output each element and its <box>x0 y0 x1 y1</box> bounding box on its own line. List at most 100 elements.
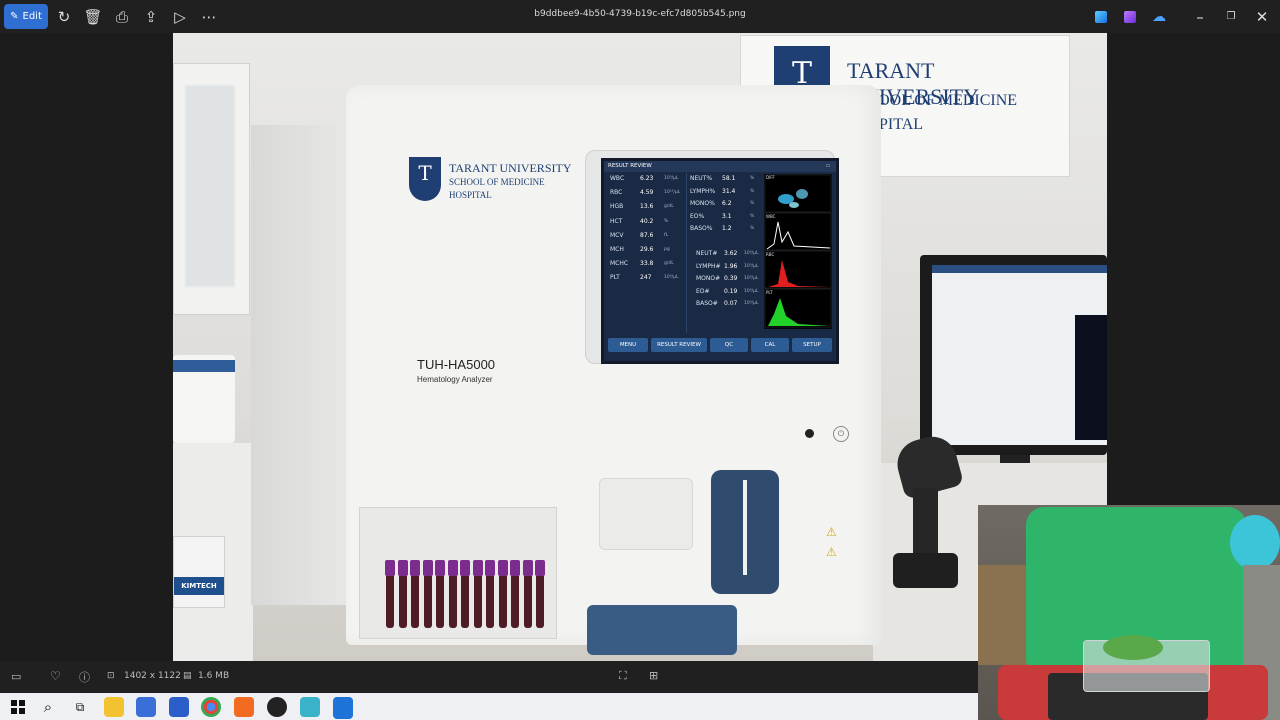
tube-blood <box>423 576 432 628</box>
menu-button[interactable]: MENU <box>608 338 648 352</box>
qc-button[interactable]: QC <box>710 338 748 352</box>
tube-cap <box>397 560 408 576</box>
close-button[interactable]: ✕ <box>1253 4 1271 29</box>
tube-cap <box>472 560 483 576</box>
screen-header: RESULT REVIEW ▫ <box>604 161 836 172</box>
cal-button[interactable]: CAL <box>751 338 789 352</box>
sample-tube <box>410 560 420 630</box>
close-icon: ✕ <box>1255 7 1269 26</box>
box-label: KIMTECH <box>174 577 224 595</box>
diff-pct-value: 6.2 <box>722 200 732 207</box>
result-unit: % <box>664 218 669 224</box>
device-brand-line2: SCHOOL OF MEDICINE <box>449 177 545 187</box>
app-pinned-1[interactable] <box>136 697 156 717</box>
maximize-button[interactable]: ❐ <box>1222 4 1240 29</box>
diff-pct-unit: % <box>750 226 755 231</box>
result-value: 33.8 <box>640 260 654 268</box>
diff-pct-label: LYMPH% <box>690 187 716 195</box>
sample-tube <box>447 560 458 630</box>
tube-cap <box>510 560 520 576</box>
app-pinned-3[interactable] <box>234 697 254 717</box>
diff-abs-label: NEUT# <box>696 250 718 257</box>
search-icon: ⌕ <box>43 698 53 716</box>
result-label: MCH <box>610 246 624 253</box>
tube-cap <box>460 560 470 576</box>
diff-cluster-2 <box>796 189 808 199</box>
minimize-button[interactable]: – <box>1191 4 1209 29</box>
diff-abs-unit: 10⁹/µL <box>744 263 759 269</box>
screen-divider <box>686 173 687 333</box>
device-crest: T <box>409 157 441 201</box>
result-unit: 10¹²/µL <box>664 190 681 196</box>
info-icon[interactable]: ⓘ <box>79 669 90 685</box>
diff-scatter <box>764 174 832 213</box>
sample-tube <box>460 560 470 630</box>
diff-pct-label: MONO% <box>690 200 715 207</box>
result-value: 87.6 <box>640 231 654 239</box>
app-pinned-4[interactable] <box>267 697 287 717</box>
diff-abs-unit: 10⁹/µL <box>744 251 759 256</box>
screen-nav: MENU RESULT REVIEW QC CAL SETUP <box>608 338 832 354</box>
setup-button[interactable]: SETUP <box>792 338 832 352</box>
app-a-button[interactable] <box>1092 4 1110 29</box>
result-value: 4.59 <box>640 189 654 197</box>
instrument-stripe <box>173 360 235 372</box>
result-review-button[interactable]: RESULT REVIEW <box>651 338 707 352</box>
power-button[interactable]: ⏻ <box>833 426 849 442</box>
diff-pct-value: 3.1 <box>722 212 732 220</box>
tube-blood <box>461 576 469 628</box>
sample-probe <box>743 480 747 575</box>
title-bar: ✎ Edit ↻ 🗑 ⎙ ⇪ ▷ ⋯ b9ddbee9-4b50-4739-b1… <box>0 0 1280 33</box>
monitor-plots <box>1075 315 1107 440</box>
onedrive-button[interactable]: ☁ <box>1150 4 1168 29</box>
status-led <box>805 429 814 438</box>
task-view-button[interactable]: ⧉ <box>70 697 90 717</box>
diff-abs-unit: 10⁹/µL <box>744 288 759 294</box>
rbc-histogram <box>764 250 832 289</box>
diff-abs-unit: 10⁹/µL <box>744 301 759 307</box>
result-value: 6.23 <box>640 175 654 182</box>
diff-pct-value: 1.2 <box>722 225 732 232</box>
cabinet-glass <box>184 84 236 288</box>
start-button[interactable] <box>9 697 29 717</box>
photos-button[interactable] <box>333 697 353 719</box>
file-explorer-button[interactable] <box>104 697 124 717</box>
clipchamp-icon <box>1124 10 1136 23</box>
tube-cap <box>435 560 445 576</box>
monitor-titlebar <box>932 265 1107 273</box>
actual-size-icon[interactable]: ⊞ <box>649 669 658 682</box>
device-brand-line1: TARANT UNIVERSITY <box>449 161 572 175</box>
fit-to-window-icon[interactable]: ⛶ <box>619 669 627 683</box>
wall-cabinet <box>173 63 250 315</box>
result-unit: fL <box>664 232 669 238</box>
result-unit: pg <box>664 247 670 252</box>
favorite-icon[interactable]: ♡ <box>50 669 61 683</box>
chrome-button[interactable] <box>201 697 221 717</box>
displayed-photo[interactable]: KIMTECH T TARANT UNIVERSITY SCHOOL OF ME… <box>173 33 1107 661</box>
webcam-overlay <box>978 505 1280 720</box>
search-button[interactable]: ⌕ <box>38 697 58 717</box>
sample-tube <box>397 560 408 630</box>
task-view-icon: ⧉ <box>75 700 85 714</box>
result-label: MCHC <box>610 260 629 268</box>
diff-pct-unit: % <box>750 176 755 181</box>
model-subtitle: Hematology Analyzer <box>417 375 493 384</box>
sample-drawer[interactable] <box>587 605 737 655</box>
tube-cap <box>535 560 545 576</box>
image-dimensions: 1402 x 1122 <box>124 671 181 681</box>
filmstrip-icon[interactable]: ▭ <box>11 670 21 683</box>
diff-results: NEUT% 58.1 % LYMPH% 31.4 % MONO% 6.2 % EO% … <box>688 175 764 335</box>
app-pinned-5[interactable] <box>300 697 320 717</box>
scanner-neck <box>913 488 938 558</box>
result-unit: 10⁹/µL <box>664 275 679 281</box>
tube-cap <box>385 560 395 576</box>
result-unit: g/dL <box>664 204 674 210</box>
app-b-button[interactable] <box>1121 4 1139 29</box>
designer-icon <box>1095 10 1107 23</box>
diff-abs-value: 3.62 <box>724 250 738 257</box>
result-label: HCT <box>610 217 623 225</box>
app-pinned-2[interactable] <box>169 697 189 717</box>
plot-label-wbc: WBC <box>766 214 776 219</box>
filesize-icon: ▤ <box>183 671 192 681</box>
model-name: TUH-HA5000 <box>417 357 496 372</box>
